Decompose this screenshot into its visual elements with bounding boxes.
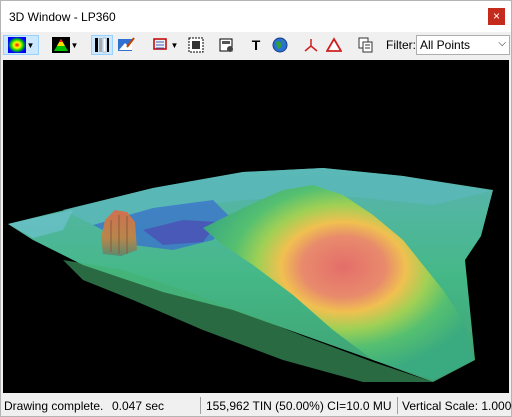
status-tin: 155,962 TIN (50.00%) CI=10.0 MU bbox=[206, 399, 392, 413]
status-vertical-scale: Vertical Scale: 1.0000 bbox=[402, 399, 512, 413]
status-separator bbox=[397, 397, 398, 414]
axes-button[interactable] bbox=[300, 35, 322, 55]
copy-button[interactable] bbox=[355, 35, 377, 55]
axes-icon bbox=[304, 39, 318, 52]
terrain-render bbox=[8, 168, 493, 382]
title-bar[interactable]: 3D Window - LP360 × bbox=[1, 1, 511, 32]
status-bar: Drawing complete. 0.047 sec 155,962 TIN … bbox=[1, 395, 512, 416]
properties-button[interactable] bbox=[215, 35, 237, 55]
stripes-icon bbox=[95, 37, 109, 53]
color-by-button[interactable]: ▼ bbox=[3, 35, 39, 55]
color-ramp-button[interactable]: ▼ bbox=[47, 35, 83, 55]
text-button[interactable]: T bbox=[246, 35, 266, 55]
window-title: 3D Window - LP360 bbox=[9, 10, 116, 24]
dropdown-arrow-icon: ▼ bbox=[26, 40, 35, 50]
status-drawing: Drawing complete. bbox=[4, 399, 104, 413]
filter-label: Filter: bbox=[386, 38, 416, 52]
layers-button[interactable]: ▼ bbox=[147, 35, 183, 55]
dropdown-arrow-icon: ▼ bbox=[170, 40, 179, 50]
globe-button[interactable] bbox=[269, 35, 291, 55]
text-icon: T bbox=[251, 37, 261, 53]
dropdown-arrow-icon: ▼ bbox=[70, 40, 79, 50]
chevron-down-icon: ⌵ bbox=[498, 38, 506, 49]
layers-icon bbox=[152, 38, 167, 50]
status-separator bbox=[200, 397, 201, 414]
close-button[interactable]: × bbox=[488, 8, 505, 25]
color-by-elevation-icon bbox=[7, 37, 26, 53]
status-time: 0.047 sec bbox=[112, 399, 165, 413]
globe-icon bbox=[272, 37, 288, 53]
filter-select-value: All Points bbox=[420, 38, 471, 52]
paint-brush-button[interactable] bbox=[115, 35, 137, 55]
select-area-button[interactable] bbox=[185, 35, 207, 55]
triangle-icon bbox=[326, 37, 342, 52]
stripes-button[interactable] bbox=[91, 35, 113, 55]
filter-select[interactable]: All Points ⌵ bbox=[416, 35, 510, 55]
select-area-icon bbox=[188, 37, 204, 53]
color-ramp-icon bbox=[51, 37, 70, 53]
copy-icon bbox=[358, 37, 373, 53]
lp360-3d-window: 3D Window - LP360 × ▼ ▼ ▼ T Filter: All … bbox=[0, 0, 512, 417]
triangle-button[interactable] bbox=[323, 35, 345, 55]
3d-viewport[interactable] bbox=[3, 60, 509, 393]
properties-icon bbox=[219, 38, 233, 52]
paint-brush-icon bbox=[118, 37, 135, 51]
